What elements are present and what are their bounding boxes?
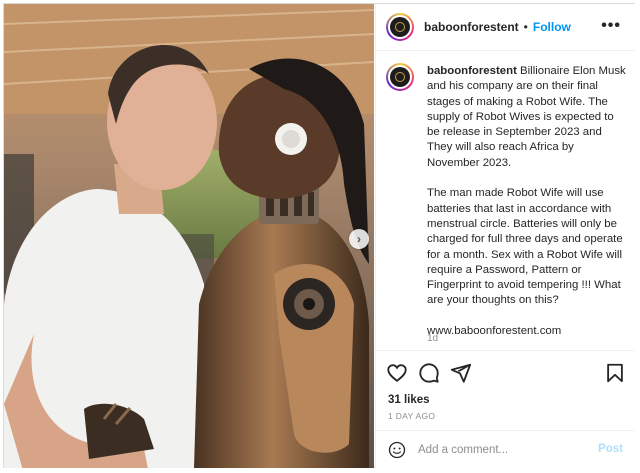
bookmark-icon[interactable]: [604, 362, 626, 384]
avatar-logo: [390, 67, 410, 87]
post-comment-button[interactable]: Post: [598, 443, 623, 455]
avatar-logo-mark: [395, 22, 405, 32]
comment-input[interactable]: [418, 440, 588, 460]
caption-timestamp: 1d: [427, 333, 439, 344]
caption-paragraph-2: The man made Robot Wife will use batteri…: [427, 187, 623, 307]
comment-bar: Post: [376, 430, 635, 469]
caption-text: baboonforestent Billionaire Elon Musk an…: [427, 64, 627, 355]
post-image[interactable]: ›: [4, 4, 374, 468]
heart-icon[interactable]: [386, 362, 408, 384]
avatar-logo: [390, 17, 410, 37]
likes-count[interactable]: 31 likes: [388, 394, 430, 406]
post-frame: › baboonforestent • Follow ••• baboonfor…: [0, 0, 640, 473]
caption-paragraph-1: baboonforestent Billionaire Elon Musk an…: [427, 64, 627, 171]
share-icon[interactable]: [450, 362, 472, 384]
avatar[interactable]: [386, 13, 414, 41]
caption-username[interactable]: baboonforestent: [427, 65, 517, 77]
follow-button[interactable]: Follow: [533, 20, 571, 34]
avatar-ring: [388, 15, 412, 39]
caption-avatar[interactable]: [386, 63, 414, 91]
carousel-next-button[interactable]: ›: [349, 229, 369, 249]
post-header: baboonforestent • Follow •••: [376, 4, 635, 51]
caption-body-1: Billionaire Elon Musk and his company ar…: [427, 65, 626, 169]
post-age: 1 DAY AGO: [388, 411, 436, 421]
chevron-right-icon: ›: [357, 232, 361, 246]
action-bar: 31 likes 1 DAY AGO: [376, 350, 635, 425]
more-icon[interactable]: •••: [601, 18, 621, 34]
caption-link[interactable]: www.baboonforestent.com: [427, 324, 627, 339]
emoji-icon[interactable]: [388, 441, 406, 459]
username-link[interactable]: baboonforestent: [424, 20, 519, 34]
caption-area: baboonforestent Billionaire Elon Musk an…: [376, 51, 635, 347]
caption-avatar-ring: [388, 65, 412, 89]
comment-icon[interactable]: [418, 362, 440, 384]
post-photo-illustration: [4, 4, 374, 468]
separator-dot: •: [523, 20, 528, 34]
post-side-panel: baboonforestent • Follow ••• baboonfores…: [375, 4, 635, 468]
avatar-logo-mark: [395, 72, 405, 82]
